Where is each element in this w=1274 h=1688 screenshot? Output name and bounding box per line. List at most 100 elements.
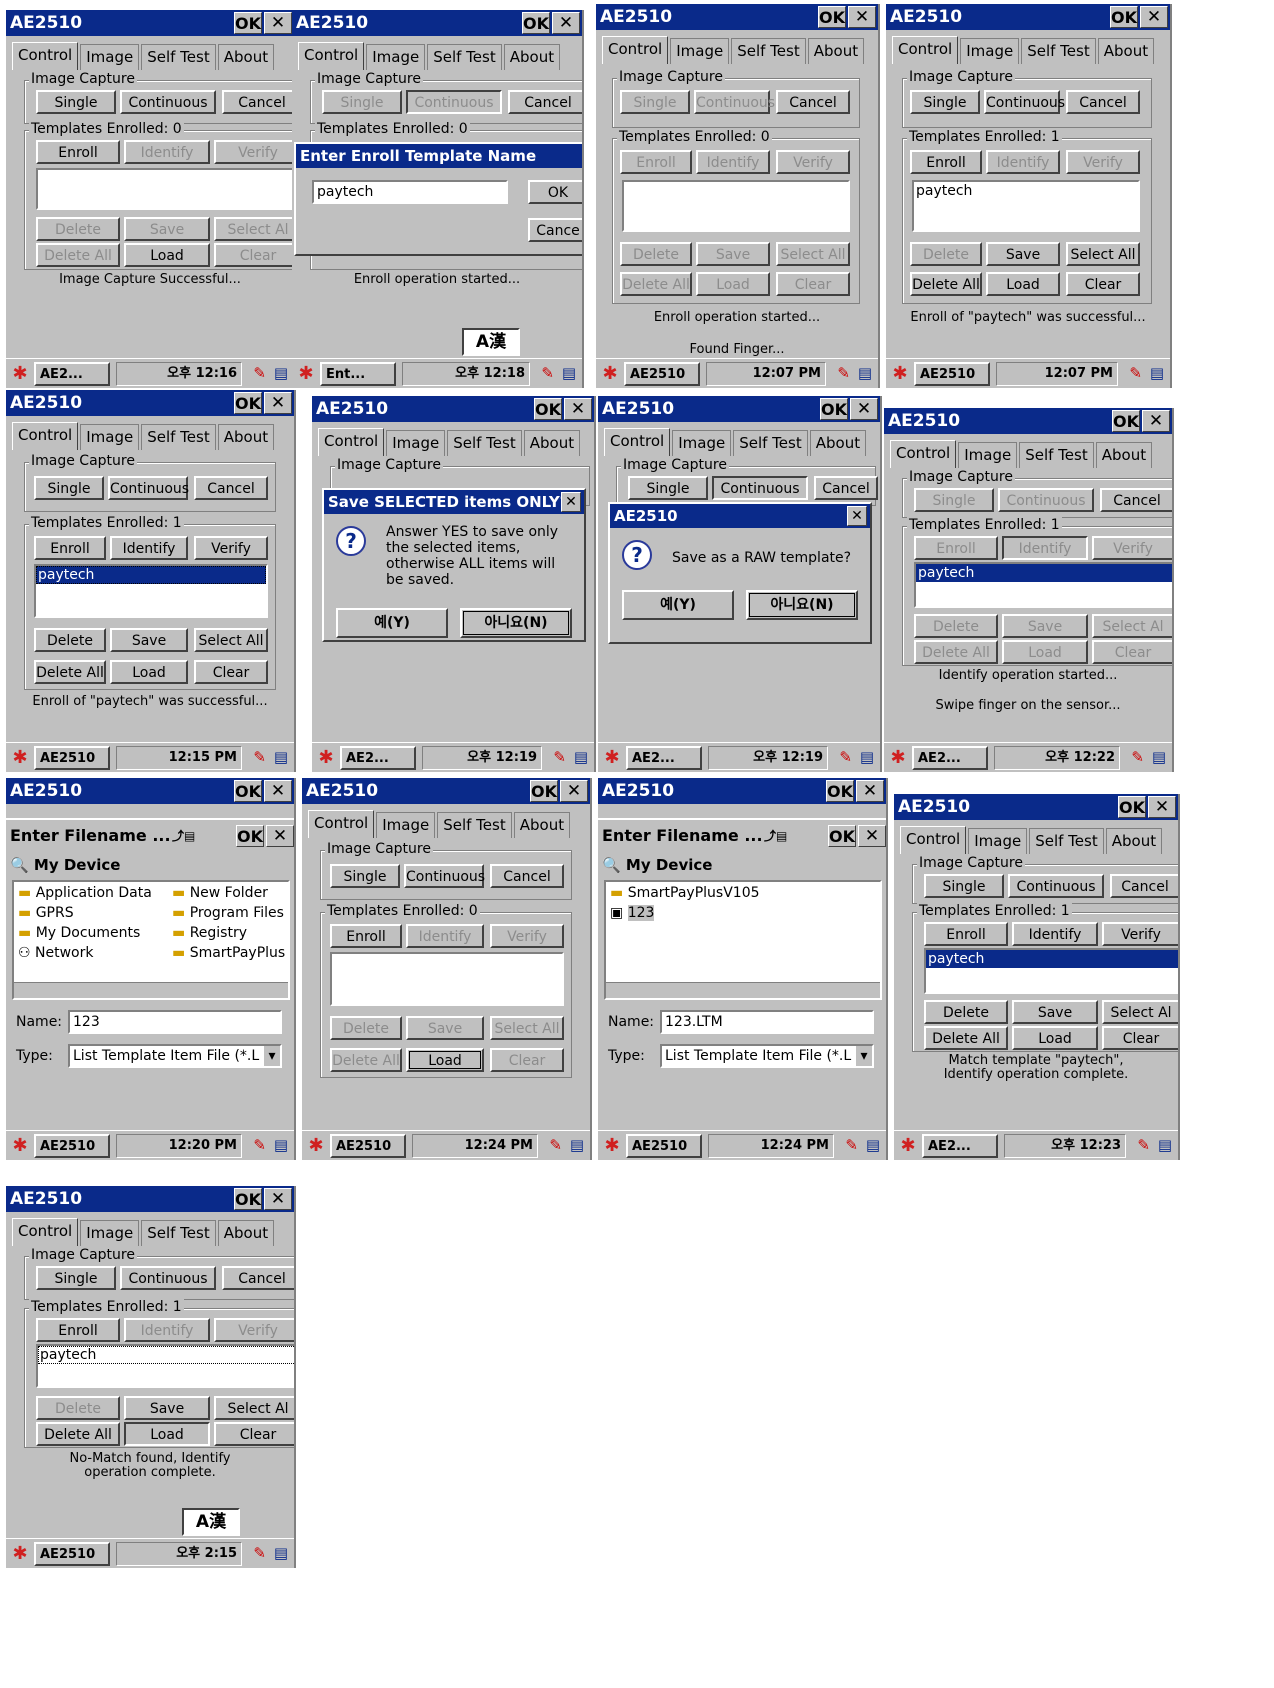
clear-button[interactable]: Clear xyxy=(1092,640,1172,664)
tab-about[interactable]: About xyxy=(503,44,561,70)
ok-button[interactable]: OK xyxy=(818,6,846,28)
select-all-button[interactable]: Select All xyxy=(490,1016,564,1040)
load-button[interactable]: Load xyxy=(1012,1026,1098,1050)
dialog-cancel-button[interactable]: Cance xyxy=(528,218,582,242)
close-button[interactable]: ✕ xyxy=(1140,6,1168,28)
window-switch-icon[interactable]: ▤ xyxy=(570,1136,584,1154)
enroll-button[interactable]: Enroll xyxy=(910,150,982,174)
start-icon[interactable]: ✱ xyxy=(314,746,338,770)
template-list[interactable]: paytech xyxy=(36,1344,294,1388)
cancel-button[interactable]: Cancel xyxy=(1100,488,1172,512)
verify-button[interactable]: Verify xyxy=(1066,150,1140,174)
ok-button[interactable]: OK xyxy=(1112,410,1140,432)
file-list[interactable]: ▬ SmartPayPlusV105 ▣ 123 xyxy=(604,880,882,1000)
continuous-button[interactable]: Continuous xyxy=(108,476,189,500)
taskbar-app-button[interactable]: AE2510 xyxy=(34,1134,110,1158)
start-icon[interactable]: ✱ xyxy=(886,746,910,770)
close-button[interactable]: ✕ xyxy=(560,780,588,802)
ok-button[interactable]: OK xyxy=(234,12,262,34)
tab-control[interactable]: Control xyxy=(318,428,385,456)
ok-button[interactable]: OK xyxy=(1110,6,1138,28)
pen-icon[interactable]: ✎ xyxy=(253,748,266,766)
verify-button[interactable]: Verify xyxy=(1092,536,1172,560)
window-switch-icon[interactable]: ▤ xyxy=(274,364,288,382)
start-icon[interactable]: ✱ xyxy=(294,362,318,386)
save-button[interactable]: Save xyxy=(696,242,770,266)
delete-button[interactable]: Delete xyxy=(914,614,998,638)
window-switch-icon[interactable]: ▤ xyxy=(274,1544,288,1562)
single-button[interactable]: Single xyxy=(910,90,980,114)
delete-button[interactable]: Delete xyxy=(36,1396,120,1420)
tab-about[interactable]: About xyxy=(217,424,275,450)
tab-self-test[interactable]: Self Test xyxy=(447,430,522,456)
tab-about[interactable]: About xyxy=(1097,38,1155,64)
tab-image[interactable]: Image xyxy=(80,1220,140,1246)
folder-item[interactable]: ▬ New Folder xyxy=(172,884,268,902)
tab-control[interactable]: Control xyxy=(308,810,375,838)
template-list[interactable] xyxy=(36,168,294,210)
tray-clock[interactable]: 오후 12:18 xyxy=(402,362,530,386)
horizontal-scrollbar[interactable] xyxy=(606,982,880,998)
tab-self-test[interactable]: Self Test xyxy=(733,430,808,456)
taskbar-app-button[interactable]: AE2... xyxy=(912,746,988,770)
load-button[interactable]: Load xyxy=(110,660,188,684)
close-button[interactable]: ✕ xyxy=(1148,796,1176,818)
start-icon[interactable]: ✱ xyxy=(896,1134,920,1158)
pen-icon[interactable]: ✎ xyxy=(541,364,554,382)
window-switch-icon[interactable]: ▤ xyxy=(866,1136,880,1154)
taskbar-app-button[interactable]: AE2... xyxy=(34,362,110,386)
cancel-button[interactable]: Cancel xyxy=(1066,90,1140,114)
ok-button[interactable]: OK xyxy=(234,392,262,414)
pen-icon[interactable]: ✎ xyxy=(1131,748,1144,766)
yes-button[interactable]: 예(Y) xyxy=(336,608,448,638)
tray-clock[interactable]: 오후 12:16 xyxy=(116,362,242,386)
filename-input[interactable]: 123.LTM xyxy=(660,1010,874,1034)
folder-item[interactable]: ⚇ Network xyxy=(18,944,93,962)
verify-button[interactable]: Verify xyxy=(776,150,850,174)
verify-button[interactable]: Verify xyxy=(1102,922,1178,946)
template-list[interactable]: paytech xyxy=(924,948,1178,994)
tray-clock[interactable]: 오후 12:19 xyxy=(422,746,542,770)
template-list[interactable]: paytech xyxy=(914,562,1172,608)
start-icon[interactable]: ✱ xyxy=(888,362,912,386)
delete-button[interactable]: Delete xyxy=(620,242,692,266)
ok-button[interactable]: OK xyxy=(522,12,550,34)
close-button[interactable]: ✕ xyxy=(564,398,592,420)
taskbar-app-button[interactable]: AE2510 xyxy=(330,1134,406,1158)
window-switch-icon[interactable]: ▤ xyxy=(274,748,288,766)
list-item[interactable]: paytech xyxy=(914,182,1138,200)
tab-about[interactable]: About xyxy=(809,430,867,456)
tab-control[interactable]: Control xyxy=(892,36,959,64)
tab-image[interactable]: Image xyxy=(672,430,732,456)
file-close-button[interactable]: ✕ xyxy=(266,825,294,847)
window-switch-icon[interactable]: ▤ xyxy=(574,748,588,766)
start-icon[interactable]: ✱ xyxy=(304,1134,328,1158)
save-button[interactable]: Save xyxy=(124,1396,210,1420)
cancel-button[interactable]: Cancel xyxy=(814,476,878,500)
dialog-ok-button[interactable]: OK xyxy=(528,180,582,204)
taskbar-app-button[interactable]: AE2... xyxy=(922,1134,998,1158)
single-button[interactable]: Single xyxy=(914,488,994,512)
chevron-down-icon[interactable]: ▾ xyxy=(856,1046,872,1066)
horizontal-scrollbar[interactable] xyxy=(14,982,288,998)
tab-self-test[interactable]: Self Test xyxy=(1019,442,1094,468)
identify-button[interactable]: Identify xyxy=(696,150,770,174)
delete-button[interactable]: Delete xyxy=(910,242,982,266)
close-button[interactable]: ✕ xyxy=(850,398,878,420)
pen-icon[interactable]: ✎ xyxy=(549,1136,562,1154)
clear-button[interactable]: Clear xyxy=(490,1048,564,1072)
file-close-button[interactable]: ✕ xyxy=(858,825,886,847)
tray-clock[interactable]: 12:07 PM xyxy=(706,362,826,386)
taskbar-app-button[interactable]: Ent... xyxy=(320,362,396,386)
identify-button[interactable]: Identify xyxy=(124,1318,210,1342)
tab-image[interactable]: Image xyxy=(80,424,140,450)
start-icon[interactable]: ✱ xyxy=(8,362,32,386)
close-button[interactable]: ✕ xyxy=(264,392,292,414)
pen-icon[interactable]: ✎ xyxy=(253,1136,266,1154)
tab-self-test[interactable]: Self Test xyxy=(427,44,502,70)
save-button[interactable]: Save xyxy=(110,628,188,652)
enroll-button[interactable]: Enroll xyxy=(36,1318,120,1342)
window-switch-icon[interactable]: ▤ xyxy=(1158,1136,1172,1154)
cancel-button[interactable]: Cancel xyxy=(222,90,294,114)
filename-input[interactable]: 123 xyxy=(68,1010,282,1034)
